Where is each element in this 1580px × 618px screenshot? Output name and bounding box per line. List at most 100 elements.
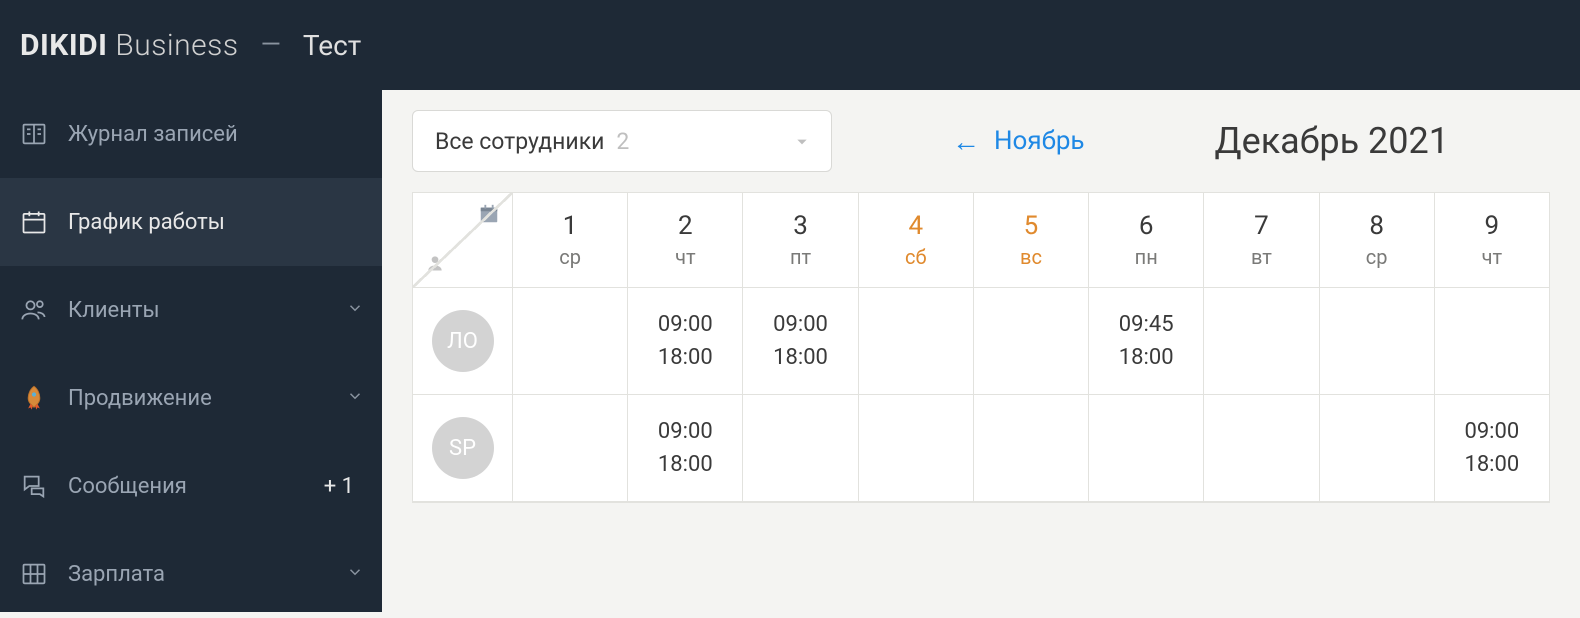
calendar-small-icon	[478, 203, 500, 229]
avatar: SP	[432, 417, 494, 479]
separator: —	[261, 30, 281, 60]
select-count: 2	[616, 128, 629, 155]
user-small-icon	[425, 253, 445, 277]
day-name: вс	[974, 245, 1088, 269]
time-cell[interactable]	[743, 395, 858, 502]
brand-bold: DIKIDI	[20, 28, 107, 63]
time-cell[interactable]	[974, 288, 1089, 395]
day-header[interactable]: 9 чт	[1435, 193, 1549, 288]
time-cell[interactable]: 09:0018:00	[628, 288, 743, 395]
caret-down-icon	[795, 128, 809, 155]
prev-month-link[interactable]: ← Ноябрь	[952, 125, 1085, 158]
time-cell[interactable]: 09:0018:00	[1435, 395, 1549, 502]
employee-cell[interactable]: SP	[413, 395, 513, 502]
time-cell[interactable]	[1204, 395, 1319, 502]
avatar: ЛО	[432, 310, 494, 372]
time-cell[interactable]: 09:0018:00	[628, 395, 743, 502]
current-month: Декабрь 2021	[1215, 120, 1449, 162]
day-name: пт	[743, 245, 857, 269]
time-start: 09:45	[1119, 308, 1174, 341]
journal-icon	[18, 118, 50, 150]
sidebar-item-label: Клиенты	[68, 298, 346, 323]
day-header[interactable]: 8 ср	[1320, 193, 1435, 288]
day-num: 7	[1204, 211, 1318, 241]
day-header[interactable]: 6 пн	[1089, 193, 1204, 288]
time-start: 09:00	[1464, 415, 1519, 448]
day-name: ср	[1320, 245, 1434, 269]
day-name: чт	[628, 245, 742, 269]
day-num: 1	[513, 211, 627, 241]
time-start: 09:00	[773, 308, 828, 341]
sidebar-item-messages[interactable]: Сообщения + 1	[0, 442, 382, 530]
time-cell[interactable]	[1435, 288, 1549, 395]
schedule-employee-row: SP 09:0018:00 09:0018:00	[413, 395, 1549, 502]
time-end: 18:00	[658, 341, 713, 374]
sidebar-item-label: Сообщения	[68, 474, 324, 499]
select-label: Все сотрудники	[435, 128, 604, 155]
sidebar: Журнал записей График работы Клиенты Про…	[0, 90, 382, 612]
chevron-down-icon	[346, 386, 364, 411]
time-cell[interactable]	[859, 288, 974, 395]
rocket-icon	[18, 382, 50, 414]
time-cell[interactable]: 09:4518:00	[1089, 288, 1204, 395]
time-cell[interactable]	[1089, 395, 1204, 502]
day-header[interactable]: 5 вс	[974, 193, 1089, 288]
salary-icon	[18, 558, 50, 590]
chevron-down-icon	[346, 298, 364, 323]
schedule-header-row: 1 ср 2 чт 3 пт 4 сб 5 вс	[413, 193, 1549, 288]
sidebar-item-label: Продвижение	[68, 386, 346, 411]
arrow-left-icon: ←	[952, 125, 980, 158]
time-cell[interactable]	[513, 395, 628, 502]
schedule-employee-row: ЛО 09:0018:00 09:0018:00 09:4518:00	[413, 288, 1549, 395]
time-cell[interactable]	[974, 395, 1089, 502]
brand-light: Business	[115, 28, 238, 63]
corner-cell	[413, 193, 513, 288]
day-num: 5	[974, 211, 1088, 241]
employee-select[interactable]: Все сотрудники 2	[412, 110, 832, 172]
day-num: 6	[1089, 211, 1203, 241]
time-end: 18:00	[658, 448, 713, 481]
day-num: 9	[1435, 211, 1549, 241]
day-header[interactable]: 2 чт	[628, 193, 743, 288]
day-num: 3	[743, 211, 857, 241]
time-cell[interactable]	[513, 288, 628, 395]
messages-badge: + 1	[324, 474, 354, 499]
time-cell[interactable]: 09:0018:00	[743, 288, 858, 395]
day-header[interactable]: 3 пт	[743, 193, 858, 288]
prev-month-label: Ноябрь	[994, 126, 1085, 156]
brand: DIKIDI Business	[20, 28, 239, 63]
sidebar-item-schedule[interactable]: График работы	[0, 178, 382, 266]
project-name: Тест	[303, 29, 361, 62]
schedule-table: 1 ср 2 чт 3 пт 4 сб 5 вс	[412, 192, 1550, 503]
sidebar-item-promotion[interactable]: Продвижение	[0, 354, 382, 442]
header: DIKIDI Business — Тест	[0, 0, 1580, 90]
sidebar-item-label: Зарплата	[68, 562, 346, 587]
employee-cell[interactable]: ЛО	[413, 288, 513, 395]
time-end: 18:00	[773, 341, 828, 374]
time-cell[interactable]	[1320, 395, 1435, 502]
day-num: 8	[1320, 211, 1434, 241]
sidebar-item-clients[interactable]: Клиенты	[0, 266, 382, 354]
day-name: ср	[513, 245, 627, 269]
clients-icon	[18, 294, 50, 326]
time-end: 18:00	[1119, 341, 1174, 374]
sidebar-item-label: График работы	[68, 210, 364, 235]
time-cell[interactable]	[1320, 288, 1435, 395]
day-header[interactable]: 7 вт	[1204, 193, 1319, 288]
day-header[interactable]: 1 ср	[513, 193, 628, 288]
day-name: вт	[1204, 245, 1318, 269]
sidebar-item-salary[interactable]: Зарплата	[0, 530, 382, 618]
toolbar: Все сотрудники 2 ← Ноябрь Декабрь 2021	[382, 90, 1580, 192]
time-start: 09:00	[658, 308, 713, 341]
day-name: пн	[1089, 245, 1203, 269]
day-name: чт	[1435, 245, 1549, 269]
calendar-icon	[18, 206, 50, 238]
time-start: 09:00	[658, 415, 713, 448]
sidebar-item-journal[interactable]: Журнал записей	[0, 90, 382, 178]
time-cell[interactable]	[859, 395, 974, 502]
day-header[interactable]: 4 сб	[859, 193, 974, 288]
time-cell[interactable]	[1204, 288, 1319, 395]
time-end: 18:00	[1464, 448, 1519, 481]
day-name: сб	[859, 245, 973, 269]
messages-icon	[18, 470, 50, 502]
